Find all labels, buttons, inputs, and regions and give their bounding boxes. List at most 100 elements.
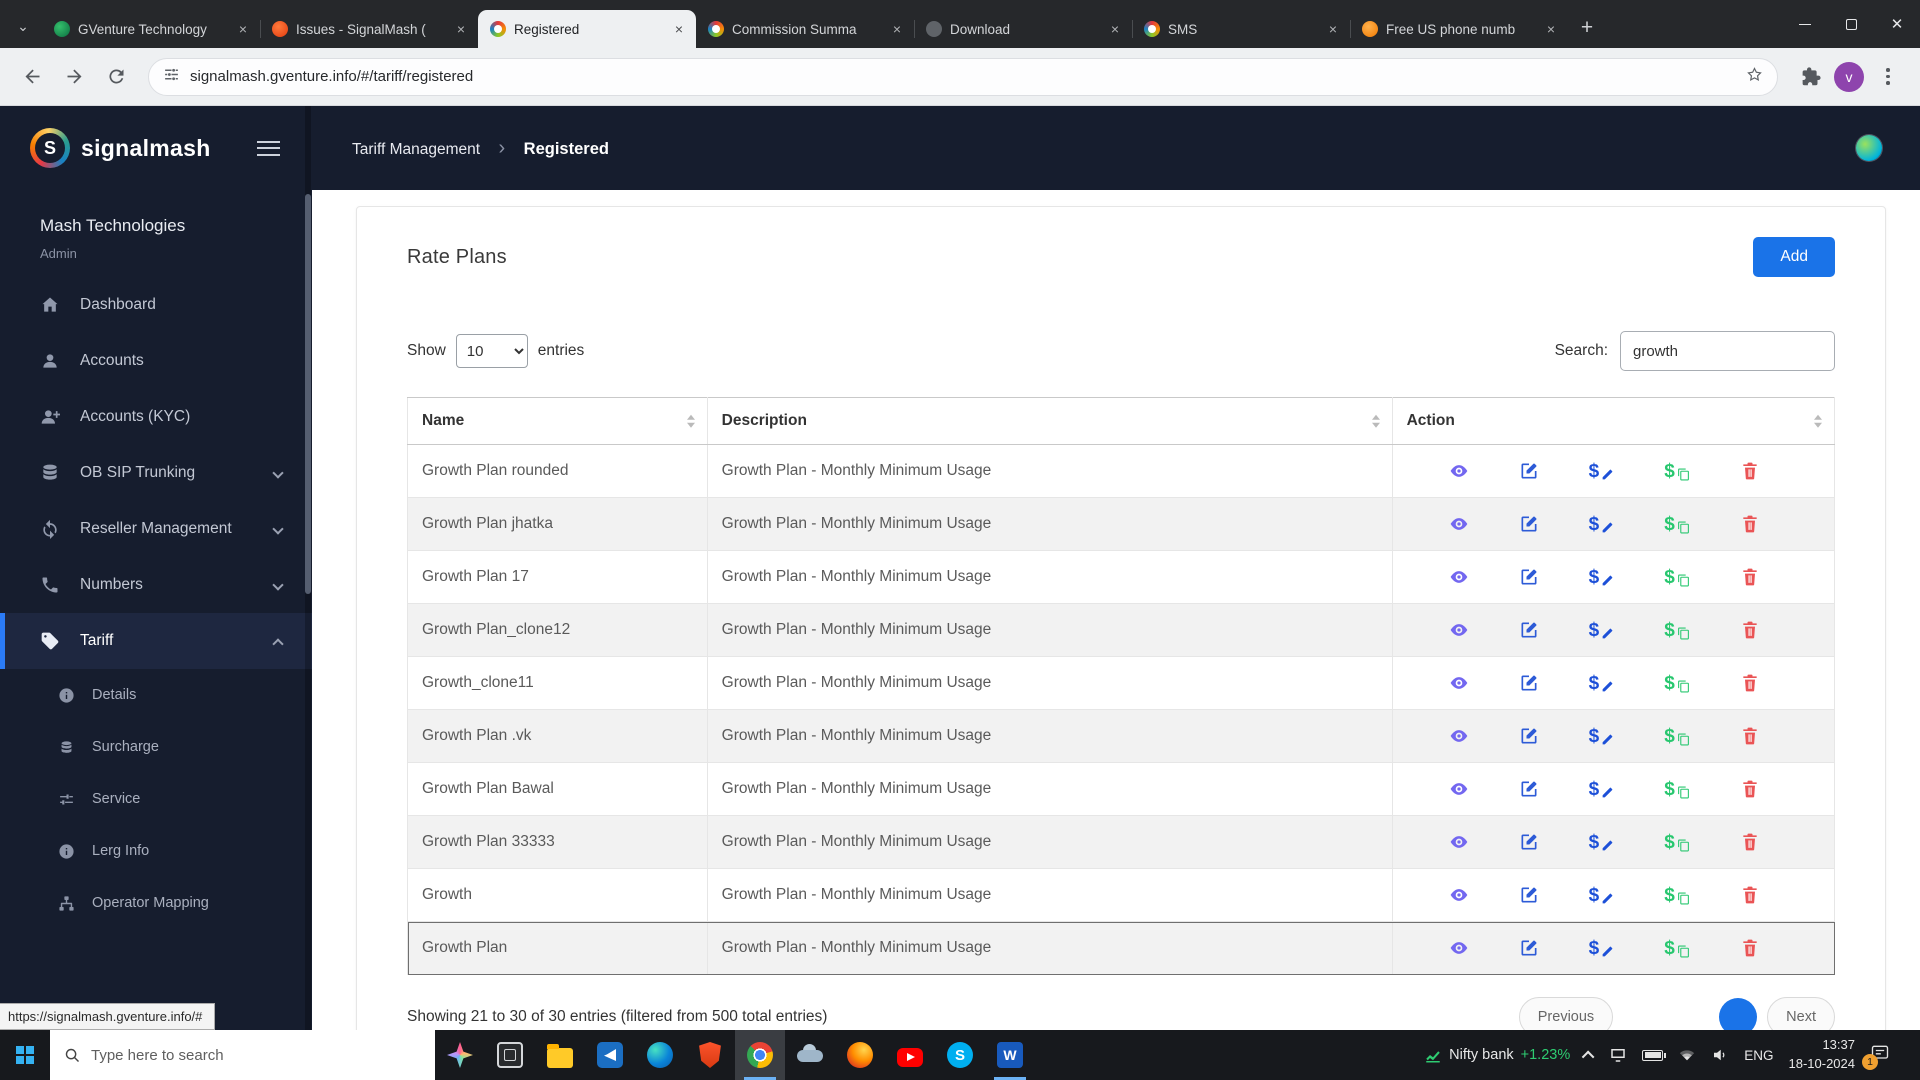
taskbar-app[interactable] xyxy=(935,1030,985,1080)
tab-close-icon[interactable]: × xyxy=(888,20,906,38)
rate-copy-icon[interactable]: $ xyxy=(1664,886,1690,905)
sidebar-subitem[interactable]: Operator Mapping xyxy=(0,877,312,929)
stock-ticker[interactable]: Nifty bank +1.23% xyxy=(1424,1046,1570,1064)
sidebar-scrollbar[interactable] xyxy=(305,106,311,1030)
action-column-header[interactable]: Action xyxy=(1391,397,1836,445)
edit-icon[interactable] xyxy=(1519,514,1539,534)
add-button[interactable]: Add xyxy=(1753,237,1835,277)
name-column-header[interactable]: Name xyxy=(407,397,708,445)
taskbar-app[interactable] xyxy=(835,1030,885,1080)
view-icon[interactable] xyxy=(1449,779,1469,799)
previous-page-button[interactable]: Previous xyxy=(1518,997,1614,1030)
sidebar-subitem[interactable]: Details xyxy=(0,669,312,721)
rate-copy-icon[interactable]: $ xyxy=(1664,621,1690,640)
rate-edit-icon[interactable]: $ xyxy=(1589,462,1615,481)
browser-tab[interactable]: Issues - SignalMash ( × xyxy=(260,10,478,48)
edit-icon[interactable] xyxy=(1519,832,1539,852)
scrollbar-thumb[interactable] xyxy=(305,194,311,594)
rate-copy-icon[interactable]: $ xyxy=(1664,515,1690,534)
description-column-header[interactable]: Description xyxy=(706,397,1393,445)
sidebar-subitem[interactable]: Lerg Info xyxy=(0,825,312,877)
minimize-button[interactable] xyxy=(1782,0,1828,48)
sidebar-item[interactable]: OB SIP Trunking xyxy=(0,445,312,501)
sidebar-item[interactable]: Accounts xyxy=(0,333,312,389)
sidebar-item[interactable]: Accounts (KYC) xyxy=(0,389,312,445)
rate-edit-icon[interactable]: $ xyxy=(1589,833,1615,852)
start-button[interactable] xyxy=(0,1030,50,1080)
sidebar-item[interactable]: Numbers xyxy=(0,557,312,613)
search-input[interactable] xyxy=(1620,331,1835,371)
taskbar-app[interactable] xyxy=(685,1030,735,1080)
url-text[interactable]: signalmash.gventure.info/#/tariff/regist… xyxy=(190,68,1736,85)
display-icon[interactable] xyxy=(1609,1046,1627,1064)
edit-icon[interactable] xyxy=(1519,885,1539,905)
edit-icon[interactable] xyxy=(1519,673,1539,693)
delete-icon[interactable] xyxy=(1740,620,1760,640)
tray-expand-icon[interactable] xyxy=(1581,1050,1595,1063)
notification-center-icon[interactable]: 1 xyxy=(1862,1043,1890,1070)
sidebar-item[interactable]: Dashboard xyxy=(0,277,312,333)
profile-avatar[interactable]: v xyxy=(1834,61,1864,92)
sidebar-item[interactable]: Reseller Management xyxy=(0,501,312,557)
delete-icon[interactable] xyxy=(1740,514,1760,534)
back-button[interactable] xyxy=(14,59,50,95)
rate-copy-icon[interactable]: $ xyxy=(1664,833,1690,852)
new-tab-button[interactable]: + xyxy=(1572,12,1602,42)
edit-icon[interactable] xyxy=(1519,779,1539,799)
rate-copy-icon[interactable]: $ xyxy=(1664,568,1690,587)
edit-icon[interactable] xyxy=(1519,620,1539,640)
language-indicator[interactable]: ENG xyxy=(1744,1048,1773,1063)
taskbar-app[interactable] xyxy=(435,1030,485,1080)
battery-icon[interactable] xyxy=(1642,1049,1667,1061)
rate-edit-icon[interactable]: $ xyxy=(1589,727,1615,746)
view-icon[interactable] xyxy=(1449,514,1469,534)
browser-tab[interactable]: Free US phone numb × xyxy=(1350,10,1568,48)
forward-button[interactable] xyxy=(56,59,92,95)
taskbar-app[interactable] xyxy=(585,1030,635,1080)
tab-close-icon[interactable]: × xyxy=(1542,20,1560,38)
taskbar-app[interactable] xyxy=(985,1030,1035,1080)
taskbar-app[interactable] xyxy=(485,1030,535,1080)
close-button[interactable]: ✕ xyxy=(1874,0,1920,48)
rate-edit-icon[interactable]: $ xyxy=(1589,780,1615,799)
view-icon[interactable] xyxy=(1449,461,1469,481)
taskbar-app[interactable] xyxy=(635,1030,685,1080)
taskbar-search[interactable] xyxy=(50,1030,435,1080)
page-length-select[interactable]: 10 xyxy=(455,334,528,368)
browser-menu-icon[interactable] xyxy=(1870,59,1906,95)
reload-button[interactable] xyxy=(98,59,134,95)
view-icon[interactable] xyxy=(1449,567,1469,587)
taskbar-app[interactable] xyxy=(735,1030,785,1080)
taskbar-app[interactable] xyxy=(535,1030,585,1080)
taskbar-app[interactable] xyxy=(885,1030,935,1080)
rate-edit-icon[interactable]: $ xyxy=(1589,621,1615,640)
rate-edit-icon[interactable]: $ xyxy=(1589,886,1615,905)
delete-icon[interactable] xyxy=(1740,673,1760,693)
tab-close-icon[interactable]: × xyxy=(670,20,688,38)
rate-edit-icon[interactable]: $ xyxy=(1589,674,1615,693)
delete-icon[interactable] xyxy=(1740,461,1760,481)
delete-icon[interactable] xyxy=(1740,885,1760,905)
extensions-icon[interactable] xyxy=(1792,59,1828,95)
delete-icon[interactable] xyxy=(1740,938,1760,958)
view-icon[interactable] xyxy=(1449,726,1469,746)
rate-copy-icon[interactable]: $ xyxy=(1664,727,1690,746)
delete-icon[interactable] xyxy=(1740,567,1760,587)
breadcrumb-parent[interactable]: Tariff Management xyxy=(352,141,480,158)
sidebar-item[interactable]: Tariff xyxy=(0,613,312,669)
view-icon[interactable] xyxy=(1449,620,1469,640)
browser-tab[interactable]: GVenture Technology × xyxy=(42,10,260,48)
rate-copy-icon[interactable]: $ xyxy=(1664,939,1690,958)
maximize-button[interactable] xyxy=(1828,0,1874,48)
tab-close-icon[interactable]: × xyxy=(1106,20,1124,38)
signalmash-logo[interactable]: S signalmash xyxy=(30,128,211,168)
delete-icon[interactable] xyxy=(1740,779,1760,799)
edit-icon[interactable] xyxy=(1519,726,1539,746)
tab-search-button[interactable]: ⌄ xyxy=(8,11,38,41)
delete-icon[interactable] xyxy=(1740,832,1760,852)
edit-icon[interactable] xyxy=(1519,461,1539,481)
browser-tab[interactable]: Commission Summa × xyxy=(696,10,914,48)
sidebar-subitem[interactable]: Surcharge xyxy=(0,721,312,773)
rate-copy-icon[interactable]: $ xyxy=(1664,462,1690,481)
taskbar-search-input[interactable] xyxy=(91,1046,421,1064)
